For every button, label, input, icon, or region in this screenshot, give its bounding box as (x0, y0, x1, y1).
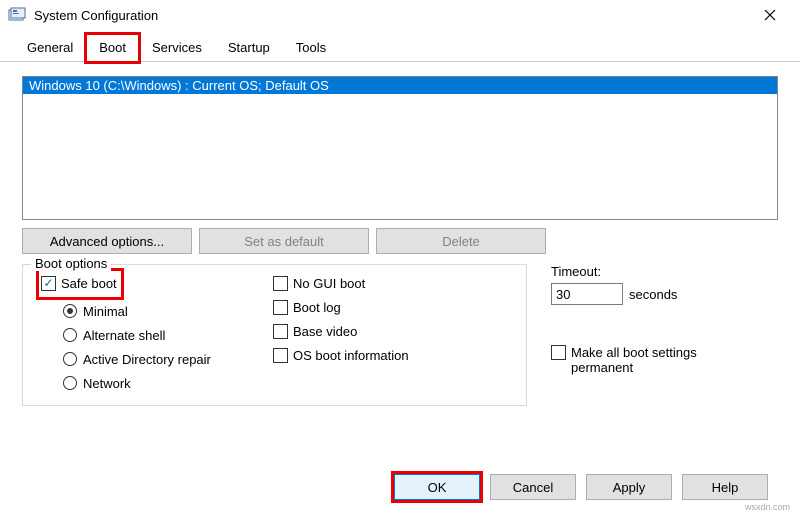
watermark: wsxdn.com (745, 502, 790, 512)
os-boot-info-checkbox[interactable] (273, 348, 288, 363)
footer-row: OK Cancel Apply Help (394, 474, 768, 500)
alternate-shell-radio[interactable] (63, 328, 77, 342)
make-permanent-checkbox[interactable] (551, 345, 566, 360)
network-label: Network (83, 376, 131, 391)
boot-log-checkbox[interactable] (273, 300, 288, 315)
tabs: General Boot Services Startup Tools (0, 30, 800, 62)
set-default-button: Set as default (199, 228, 369, 254)
right-col: Timeout: 30 seconds Make all boot settin… (551, 264, 778, 406)
titlebar: System Configuration (0, 0, 800, 30)
boot-listbox[interactable]: Windows 10 (C:\Windows) : Current OS; De… (22, 76, 778, 220)
help-button[interactable]: Help (682, 474, 768, 500)
safe-boot-checkbox[interactable] (41, 276, 56, 291)
tab-boot[interactable]: Boot (86, 34, 139, 62)
tab-tools[interactable]: Tools (283, 34, 339, 62)
timeout-input[interactable]: 30 (551, 283, 623, 305)
window: System Configuration General Boot Servic… (0, 0, 800, 518)
close-button[interactable] (747, 1, 792, 29)
window-title: System Configuration (34, 8, 747, 23)
delete-button: Delete (376, 228, 546, 254)
tab-general[interactable]: General (14, 34, 86, 62)
safe-boot-label: Safe boot (61, 276, 117, 291)
tab-services[interactable]: Services (139, 34, 215, 62)
ok-button[interactable]: OK (394, 474, 480, 500)
timeout-value: 30 (556, 287, 570, 302)
advanced-options-button[interactable]: Advanced options... (22, 228, 192, 254)
no-gui-checkbox[interactable] (273, 276, 288, 291)
cancel-button[interactable]: Cancel (490, 474, 576, 500)
lower-panel: Boot options Safe boot Minimal Alternate… (22, 264, 778, 406)
minimal-label: Minimal (83, 304, 128, 319)
boot-log-label: Boot log (293, 300, 341, 315)
boot-entry[interactable]: Windows 10 (C:\Windows) : Current OS; De… (23, 77, 777, 94)
close-icon (764, 9, 776, 21)
content: Windows 10 (C:\Windows) : Current OS; De… (0, 62, 800, 420)
boot-options-group: Boot options Safe boot Minimal Alternate… (22, 264, 527, 406)
base-video-label: Base video (293, 324, 357, 339)
button-row: Advanced options... Set as default Delet… (22, 228, 778, 254)
timeout-unit: seconds (629, 287, 677, 302)
minimal-radio[interactable] (63, 304, 77, 318)
make-permanent-label: Make all boot settings permanent (571, 345, 711, 375)
base-video-checkbox[interactable] (273, 324, 288, 339)
ad-repair-radio[interactable] (63, 352, 77, 366)
os-boot-info-label: OS boot information (293, 348, 409, 363)
apply-button[interactable]: Apply (586, 474, 672, 500)
network-radio[interactable] (63, 376, 77, 390)
alternate-shell-label: Alternate shell (83, 328, 165, 343)
ad-repair-label: Active Directory repair (83, 352, 211, 367)
msconfig-icon (8, 6, 26, 24)
timeout-label: Timeout: (551, 264, 778, 279)
tab-startup[interactable]: Startup (215, 34, 283, 62)
no-gui-label: No GUI boot (293, 276, 365, 291)
boot-options-legend: Boot options (31, 256, 111, 271)
